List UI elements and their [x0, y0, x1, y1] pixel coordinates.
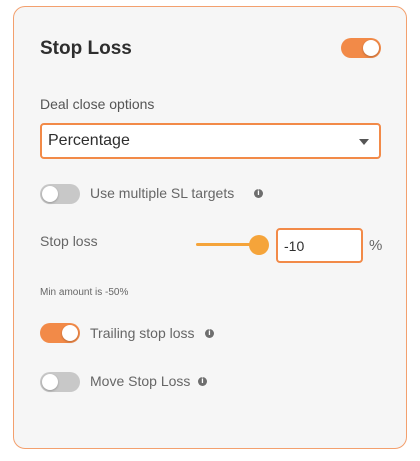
stop-loss-slider-thumb[interactable] — [249, 235, 269, 255]
info-icon[interactable]: i — [254, 189, 263, 198]
multiple-sl-toggle[interactable] — [40, 184, 80, 204]
chevron-down-icon — [359, 139, 369, 145]
deal-close-options-label: Deal close options — [40, 96, 155, 112]
multiple-sl-label: Use multiple SL targets — [90, 185, 235, 201]
stop-loss-enable-toggle[interactable] — [341, 38, 381, 58]
stop-loss-label: Stop loss — [40, 233, 98, 249]
deal-close-selected-value: Percentage — [48, 132, 130, 149]
toggle-knob — [42, 186, 58, 202]
percent-unit: % — [369, 237, 383, 254]
stop-loss-input[interactable] — [276, 228, 363, 263]
trailing-stop-loss-label: Trailing stop loss — [90, 325, 195, 341]
toggle-knob — [42, 374, 58, 390]
panel-title: Stop Loss — [40, 38, 132, 59]
move-stop-loss-label: Move Stop Loss — [90, 373, 191, 389]
trailing-stop-loss-toggle[interactable] — [40, 323, 80, 343]
info-icon[interactable]: i — [205, 329, 214, 338]
deal-close-options-select[interactable]: Percentage — [40, 123, 381, 159]
min-amount-hint: Min amount is -50% — [40, 287, 129, 298]
toggle-knob — [363, 40, 379, 56]
move-stop-loss-toggle[interactable] — [40, 372, 80, 392]
toggle-knob — [62, 325, 78, 341]
stop-loss-card: Stop Loss Deal close options Percentage … — [13, 6, 407, 449]
info-icon[interactable]: i — [198, 377, 207, 386]
